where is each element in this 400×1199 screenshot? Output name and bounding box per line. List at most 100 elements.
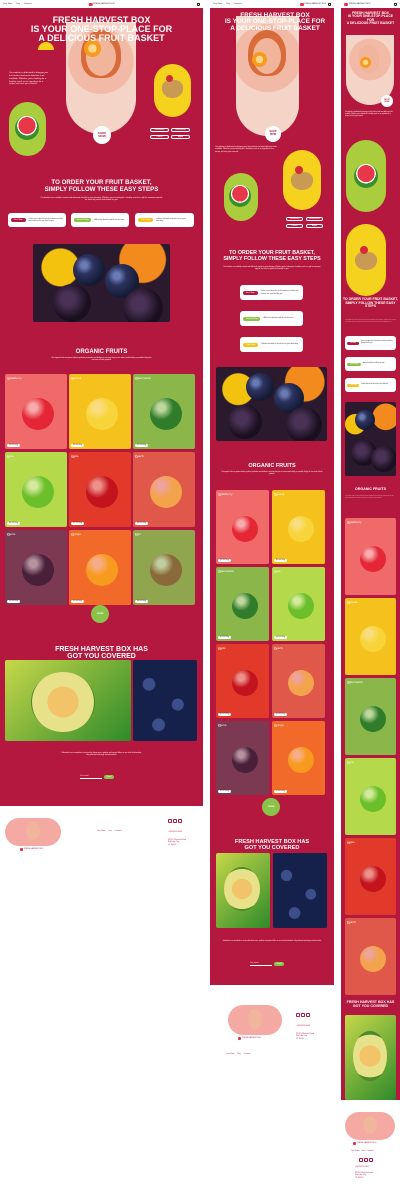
footer-link-contacts[interactable]: Contacts xyxy=(244,1053,251,1055)
step-1-button[interactable]: First Step xyxy=(11,218,26,222)
step-2-button[interactable]: Second Step xyxy=(243,316,261,321)
footer-link-store[interactable]: Your Store xyxy=(97,830,105,832)
fruit-card-apple[interactable]: Apple Fruit $2.00/100g xyxy=(69,452,131,527)
instagram-icon[interactable] xyxy=(173,819,177,823)
nav-link-contacts[interactable]: Contacts xyxy=(24,3,32,5)
fruit-card-price-button[interactable]: $2.00/100g xyxy=(71,599,84,603)
footer-link-faq[interactable]: Faq xyxy=(361,1150,364,1152)
footer-phone[interactable]: +1(555)123-45-67 xyxy=(355,1166,369,1168)
fruit-card-strawberry[interactable]: Strawberry Fruit $3.00/100g xyxy=(216,490,269,564)
fruit-card-price-button[interactable]: $1.00/100g xyxy=(135,443,148,447)
instagram-icon[interactable] xyxy=(301,1013,305,1017)
subscribe-button[interactable]: Send xyxy=(274,962,285,966)
fruit-card-price-button[interactable]: $4.00/100g xyxy=(135,599,148,603)
fruit-card-price-button[interactable]: $3.00/100g xyxy=(274,712,287,716)
fruit-card-strawberry[interactable]: Strawberry Fruit $3.00/100g xyxy=(5,374,67,449)
fruit-card-banana[interactable]: Banana Fruit xyxy=(345,598,396,675)
cart-icon[interactable] xyxy=(197,2,200,6)
fruit-card-price-button[interactable]: $4.00/100g xyxy=(274,635,287,639)
fruit-card-price-button[interactable]: $2.00/100g xyxy=(274,789,287,793)
fruit-card-peach[interactable]: Peach Fruit $3.00/100g xyxy=(272,644,325,718)
fruit-card-price-button[interactable]: $3.00/100g xyxy=(7,599,20,603)
footer-phone[interactable]: +1(555)123-45-67 xyxy=(168,831,182,833)
cart-icon[interactable] xyxy=(328,2,331,6)
footer-logo[interactable]: FRESH HARVEST BOX xyxy=(353,1142,376,1145)
footer-phone[interactable]: +1(555)123-45-67 xyxy=(296,1025,310,1027)
fruit-card-banana[interactable]: Banana Fruit $2.00/100g xyxy=(69,374,131,449)
shop-now-badge[interactable]: SHOP NOW xyxy=(381,95,393,107)
footer-logo[interactable]: FRESH HARVEST BOX xyxy=(238,1037,261,1040)
footer-link-contacts[interactable]: Contacts xyxy=(367,1150,374,1152)
nav-link-contacts[interactable]: Contacts xyxy=(234,3,242,5)
fruit-card-price-button[interactable]: $3.00/100g xyxy=(7,443,20,447)
cart-icon[interactable] xyxy=(394,2,397,6)
fruit-card-lime[interactable]: Lime Fruit $4.00/100g xyxy=(272,567,325,641)
nav-link-faq[interactable]: Faq xyxy=(16,3,19,5)
footer-link-faq[interactable]: Faq xyxy=(108,830,111,832)
fruit-card-price-button[interactable]: $2.00/100g xyxy=(71,521,84,525)
fruit-card-plums[interactable]: Plums Fruit $3.00/100g xyxy=(5,530,67,605)
fruit-card-lime[interactable]: Lime Fruit xyxy=(345,758,396,835)
step-3-button[interactable]: Third Step xyxy=(347,383,360,387)
shop-now-badge[interactable]: SHOP NOW xyxy=(93,126,111,144)
order-stamp[interactable]: ORDER xyxy=(91,605,109,623)
youtube-icon[interactable] xyxy=(178,819,182,823)
fruit-card-orange[interactable]: Orange Fruit $2.00/100g xyxy=(272,721,325,795)
footer-logo[interactable]: FRESH HARVEST BOX xyxy=(20,848,43,851)
youtube-icon[interactable] xyxy=(369,1158,373,1162)
fruit-card-watermelon[interactable]: Watermelon Fruit $1.00/100g xyxy=(216,567,269,641)
fruit-card-watermelon[interactable]: Watermelon Fruit xyxy=(345,678,396,755)
fruit-card-price-button[interactable]: $2.00/100g xyxy=(71,443,84,447)
fruit-card-orange[interactable]: Orange Fruit $2.00/100g xyxy=(69,530,131,605)
fruit-card-price-button[interactable]: $4.00/100g xyxy=(7,521,20,525)
tag-watermelon[interactable]: Watermelon xyxy=(171,128,190,132)
fruit-card-peach[interactable]: Peach Fruit xyxy=(345,918,396,995)
fruit-card-strawberry[interactable]: Strawberry Fruit xyxy=(345,518,396,595)
email-input[interactable]: Your email xyxy=(80,775,102,779)
fruit-card-price-button[interactable]: $3.00/100g xyxy=(135,521,148,525)
step-2-button[interactable]: Second Step xyxy=(74,218,92,222)
nav-link-faq[interactable]: Faq xyxy=(226,3,229,5)
youtube-icon[interactable] xyxy=(306,1013,310,1017)
fruit-card-peach[interactable]: Peach Fruit $3.00/100g xyxy=(133,452,195,527)
site-logo[interactable]: FRESH HARVEST BOX xyxy=(299,2,326,6)
step-3-button[interactable]: Third Step xyxy=(243,342,259,347)
fruit-card-price-button[interactable]: $2.00/100g xyxy=(274,558,287,562)
instagram-icon[interactable] xyxy=(364,1158,368,1162)
facebook-icon[interactable] xyxy=(359,1158,363,1162)
tag-apple[interactable]: Apple xyxy=(171,135,190,139)
fruit-card-banana[interactable]: Banana Fruit $2.00/100g xyxy=(272,490,325,564)
nav-link-store[interactable]: Your Store xyxy=(213,3,222,5)
fruit-card-watermelon[interactable]: Watermelon Fruit $1.00/100g xyxy=(133,374,195,449)
facebook-icon[interactable] xyxy=(296,1013,300,1017)
tag-peach[interactable]: Peach xyxy=(286,224,303,228)
footer-link-faq[interactable]: Faq xyxy=(237,1053,240,1055)
fruit-card-price-button[interactable]: $3.00/100g xyxy=(218,789,231,793)
fruit-card-price-button[interactable]: $3.00/100g xyxy=(218,558,231,562)
fruit-card-lime[interactable]: Lime Fruit $4.00/100g xyxy=(5,452,67,527)
order-stamp[interactable]: ORDER xyxy=(262,798,280,816)
shop-now-badge[interactable]: SHOP NOW xyxy=(265,126,281,142)
step-1-button[interactable]: First Step xyxy=(347,341,359,345)
tag-watermelon[interactable]: Watermelon xyxy=(306,217,323,221)
fruit-card-price-button[interactable]: $1.00/100g xyxy=(218,635,231,639)
fruit-card-kiwi[interactable]: Kiwi Fruit $4.00/100g xyxy=(133,530,195,605)
fruit-card-apple[interactable]: Apple Fruit $2.00/100g xyxy=(216,644,269,718)
facebook-icon[interactable] xyxy=(168,819,172,823)
site-logo[interactable]: FRESH HARVEST BOX xyxy=(344,2,371,6)
step-3-button[interactable]: Third Step xyxy=(138,218,154,222)
tag-strawberry[interactable]: Strawberry xyxy=(286,217,303,221)
tag-peach[interactable]: Peach xyxy=(150,135,169,139)
fruit-card-apple[interactable]: Apple Fruit xyxy=(345,838,396,915)
step-2-button[interactable]: Second Step xyxy=(347,362,361,366)
site-logo[interactable]: FRESH HARVEST BOX xyxy=(88,2,115,6)
footer-link-contacts[interactable]: Contacts xyxy=(115,830,122,832)
fruit-card-plums[interactable]: Plums Fruit $3.00/100g xyxy=(216,721,269,795)
tag-strawberry[interactable]: Strawberry xyxy=(150,128,169,132)
fruit-card-price-button[interactable]: $2.00/100g xyxy=(218,712,231,716)
subscribe-button[interactable]: Send xyxy=(104,775,115,779)
tag-apple[interactable]: Apple xyxy=(306,224,323,228)
step-1-button[interactable]: First Step xyxy=(243,290,258,295)
footer-link-store[interactable]: Your Store xyxy=(351,1150,359,1152)
footer-link-store[interactable]: Your Store xyxy=(226,1053,234,1055)
